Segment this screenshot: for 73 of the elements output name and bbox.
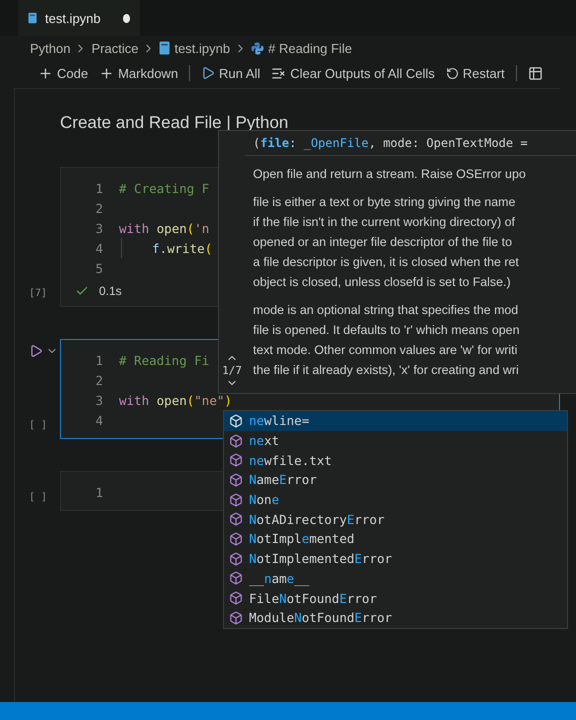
cube-icon bbox=[229, 472, 243, 487]
suggestion-item[interactable]: NotADirectoryError bbox=[224, 509, 567, 530]
restart-icon bbox=[446, 66, 459, 80]
code-line: # Creating F bbox=[119, 180, 210, 196]
suggestion-item[interactable]: FileNotFoundError bbox=[224, 588, 567, 608]
clear-icon bbox=[271, 66, 286, 80]
doc-text: mode is an optional string that specifies the mod bbox=[253, 302, 520, 319]
breadcrumb[interactable]: # Reading File bbox=[268, 40, 352, 56]
line-number: 4 bbox=[94, 412, 104, 428]
line-number: 4 bbox=[94, 240, 104, 256]
suggestion-item[interactable]: ModuleNotFoundError bbox=[224, 608, 567, 628]
execution-count: [ ] bbox=[29, 420, 48, 431]
add-button[interactable]: Code bbox=[38, 66, 88, 80]
line-number: 1 bbox=[94, 352, 104, 368]
suggestion-item[interactable]: __name__ bbox=[224, 568, 567, 588]
execution-count: [ ] bbox=[29, 492, 48, 503]
suggestion-item[interactable]: newfile.txt bbox=[224, 450, 567, 470]
editor-tab[interactable]: test.ipynb bbox=[18, 0, 140, 36]
line-number: 3 bbox=[94, 220, 104, 236]
cube-icon bbox=[229, 571, 243, 586]
overload-counter: 1/7 bbox=[222, 364, 242, 377]
python-icon bbox=[251, 42, 264, 54]
doc-text: file is either a text or byte string giving the name bbox=[253, 194, 516, 211]
breadcrumb[interactable]: test.ipynb bbox=[174, 40, 230, 56]
suggestion-item[interactable]: next bbox=[224, 430, 567, 450]
execution-count: [7] bbox=[29, 288, 48, 299]
code-line: # Reading Fi bbox=[119, 352, 210, 368]
doc-text: if the file isn't in the current working directory) of bbox=[253, 214, 516, 231]
cube-icon bbox=[229, 610, 243, 625]
run-button[interactable]: Run All bbox=[201, 66, 260, 80]
execution-time: 0.1s bbox=[99, 284, 122, 298]
notebook-icon bbox=[28, 11, 37, 25]
code-line: with open('n bbox=[119, 220, 210, 236]
function-signature: (file: _OpenFile, mode: OpenTextMode = bbox=[245, 131, 576, 156]
run-cell-icon[interactable] bbox=[29, 344, 43, 358]
add-button[interactable]: Markdown bbox=[99, 66, 178, 80]
cube-icon bbox=[229, 591, 243, 606]
cube-icon bbox=[229, 552, 243, 566]
doc-text: a file descriptor is given, it is closed when the ret bbox=[253, 254, 520, 271]
doc-text: object is closed, unless closefd is set to False.) bbox=[253, 274, 512, 291]
line-number: 2 bbox=[94, 372, 104, 388]
suggestion-item[interactable]: None bbox=[224, 490, 567, 510]
cube-icon bbox=[229, 512, 243, 526]
suggestion-item[interactable]: NotImplementedError bbox=[224, 548, 567, 568]
line-number: 1 bbox=[94, 484, 104, 500]
notebook-icon bbox=[159, 41, 170, 55]
line-number: 1 bbox=[94, 180, 104, 196]
line-number: 5 bbox=[94, 260, 104, 276]
suggestion-item[interactable]: newline= bbox=[224, 411, 567, 431]
doc-text: opened or an integer file descriptor of the file to bbox=[253, 234, 513, 251]
doc-text: file is opened. It defaults to 'r' which means open bbox=[253, 322, 520, 339]
restart-button[interactable]: Restart bbox=[446, 66, 505, 80]
suggestion-item[interactable]: NameError bbox=[224, 470, 567, 490]
doc-text: text mode. Other common values are 'w' for writi bbox=[253, 342, 518, 359]
cube-icon bbox=[229, 532, 243, 546]
doc-text: Open file and return a stream. Raise OSError upo bbox=[253, 166, 527, 183]
clear-button[interactable]: Clear Outputs of All Cells bbox=[271, 66, 435, 80]
plus-icon bbox=[99, 66, 114, 80]
plus-icon bbox=[38, 66, 53, 80]
cube-icon bbox=[229, 453, 243, 468]
cube-icon bbox=[229, 492, 243, 507]
variables-button[interactable] bbox=[528, 66, 543, 80]
doc-text: the file if it already exists), 'x' for creating and wri bbox=[253, 362, 520, 379]
breadcrumb[interactable]: Python bbox=[30, 40, 70, 56]
suggestion-item[interactable]: NotImplemented bbox=[224, 529, 567, 549]
breadcrumb[interactable]: Practice bbox=[91, 40, 138, 56]
play-icon bbox=[201, 66, 216, 80]
cube-icon bbox=[229, 414, 243, 428]
line-number: 2 bbox=[94, 200, 104, 216]
cube-icon bbox=[229, 434, 243, 448]
code-line: f.write( bbox=[152, 240, 212, 256]
code-line: with open("ne") bbox=[119, 392, 232, 408]
line-number: 3 bbox=[94, 392, 104, 408]
